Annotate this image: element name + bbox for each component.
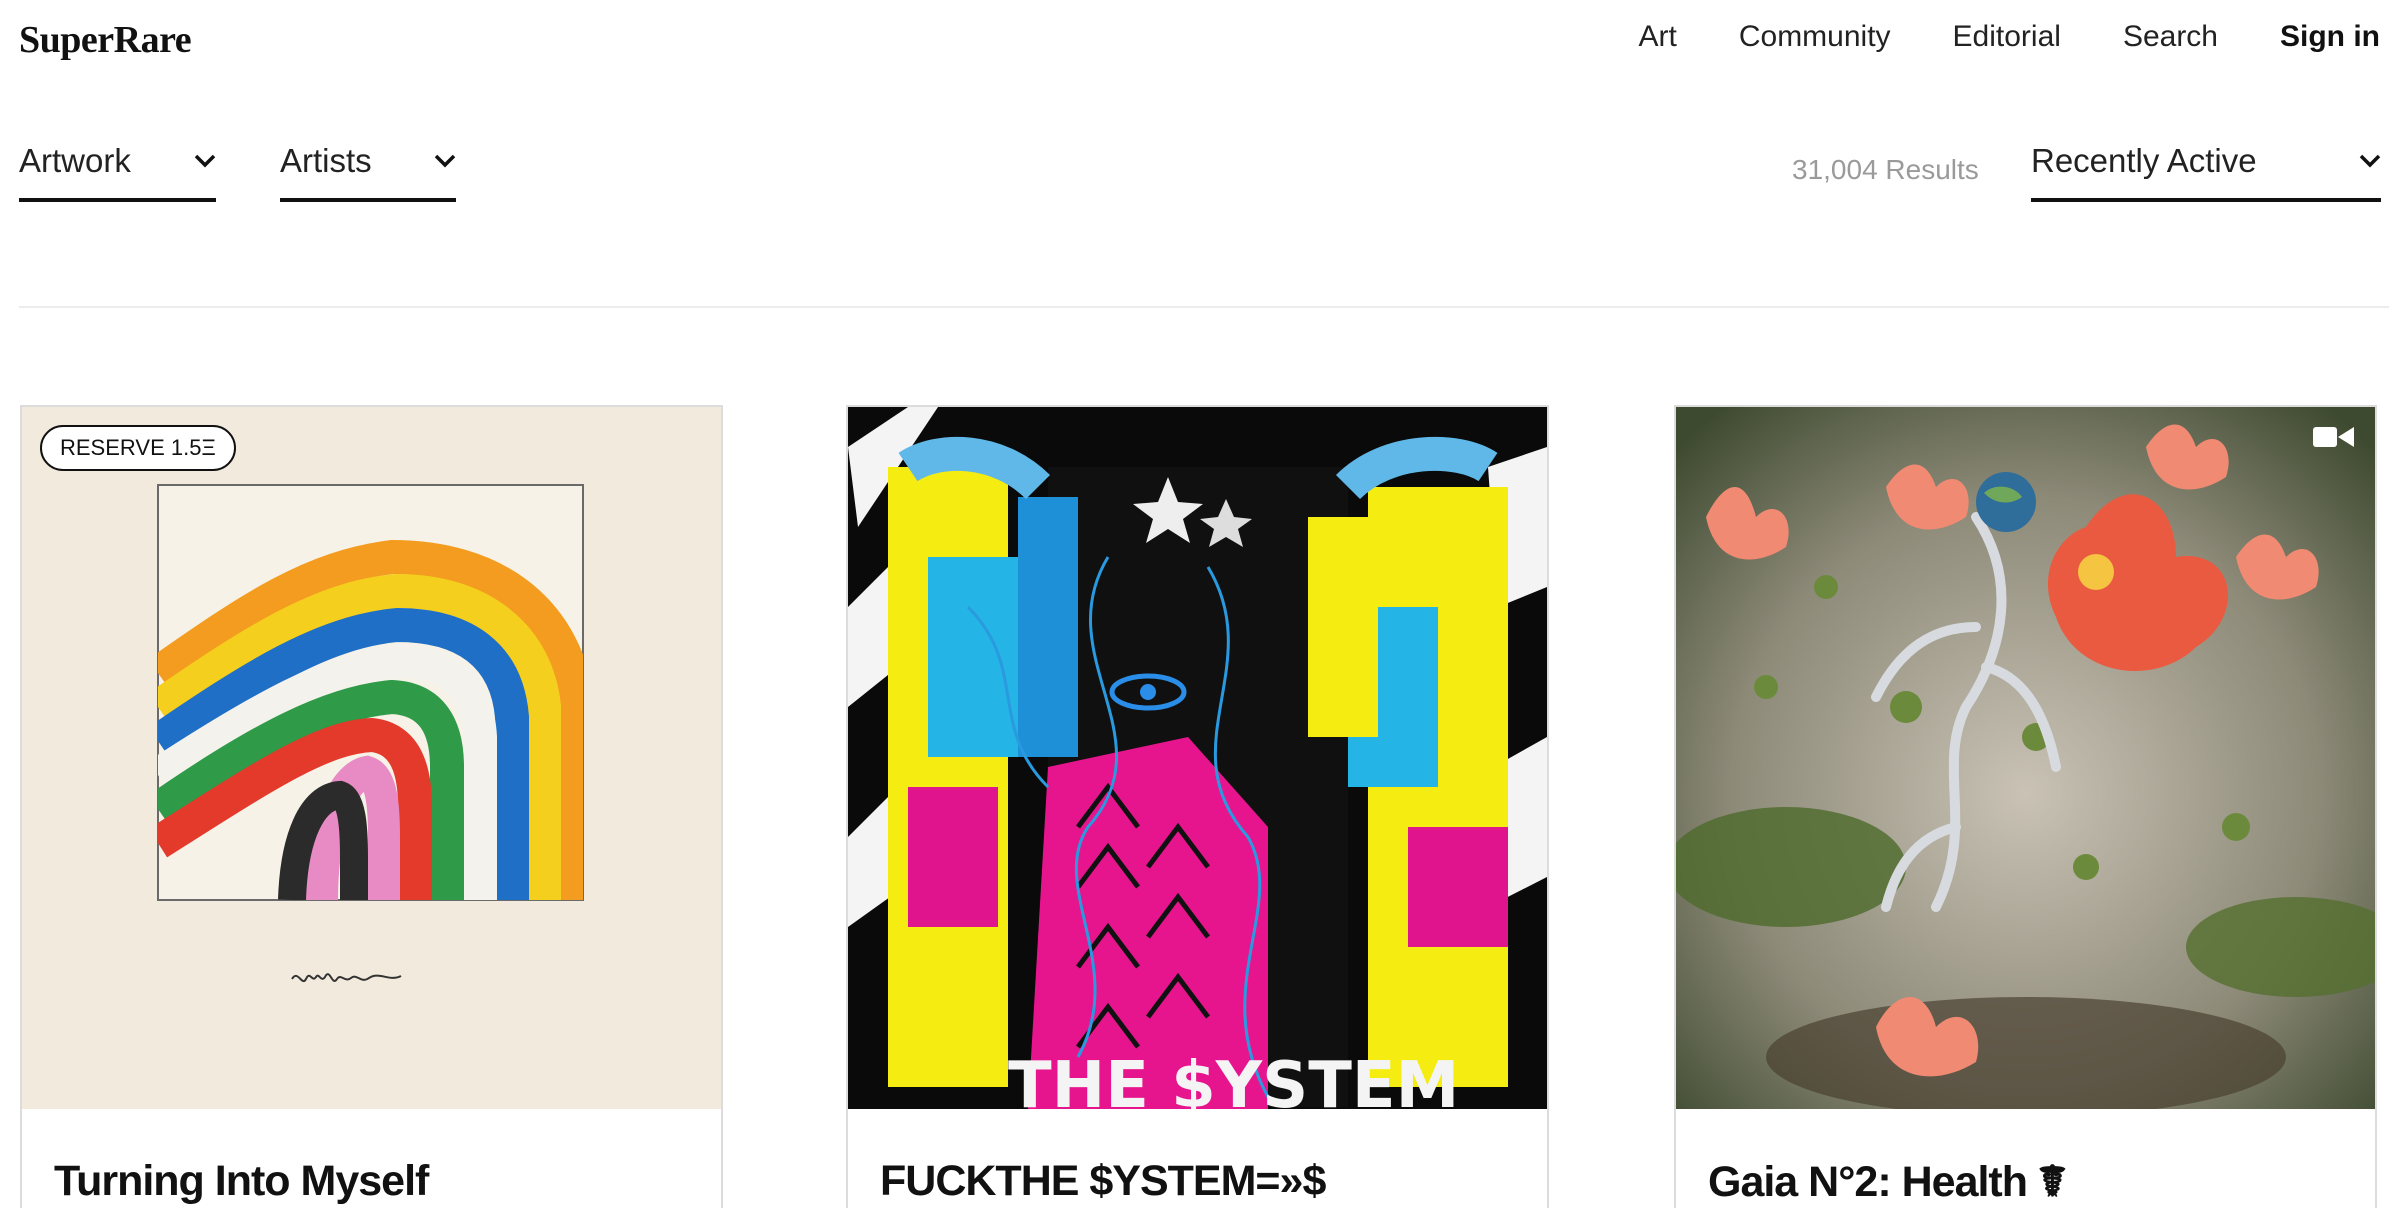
nav-search[interactable]: Search (2123, 20, 2218, 54)
top-nav: Art Community Editorial Search Sign in (1639, 20, 2381, 54)
chevron-down-icon (2359, 154, 2381, 168)
nav-art[interactable]: Art (1639, 20, 1677, 54)
artwork-overlay-text: THE $YSTEM (1008, 1049, 1459, 1109)
artwork-filter-label: Artwork (19, 142, 131, 179)
sort-label: Recently Active (2031, 142, 2257, 179)
artwork-card[interactable]: THE $YSTEM FUCKTHE $YSTEM=»$ (846, 405, 1549, 1208)
artwork-card[interactable]: Gaia N°2: Health ☤ (1674, 405, 2377, 1208)
results-count: 31,004 Results (1792, 154, 1979, 185)
artwork-image[interactable] (22, 407, 721, 1109)
artwork-filter-dropdown[interactable]: Artwork (19, 142, 216, 202)
artists-filter-dropdown[interactable]: Artists (280, 142, 456, 202)
divider (19, 306, 2389, 308)
chevron-down-icon (194, 154, 216, 168)
artwork-image[interactable]: THE $YSTEM (848, 407, 1547, 1109)
nav-editorial[interactable]: Editorial (1953, 20, 2061, 54)
artwork-card[interactable]: RESERVE 1.5Ξ Turning Into Myself (20, 405, 723, 1208)
reserve-badge: RESERVE 1.5Ξ (40, 425, 236, 471)
artists-filter-label: Artists (280, 142, 372, 179)
superrare-logo[interactable]: SuperRare (19, 18, 192, 62)
artwork-image[interactable] (1676, 407, 2375, 1109)
nav-community[interactable]: Community (1739, 20, 1891, 54)
artwork-title[interactable]: Gaia N°2: Health ☤ (1708, 1157, 2067, 1207)
artwork-title[interactable]: Turning Into Myself (54, 1157, 429, 1206)
sign-in-link[interactable]: Sign in (2280, 20, 2380, 54)
sort-dropdown[interactable]: Recently Active (2031, 142, 2381, 202)
chevron-down-icon (434, 154, 456, 168)
artwork-title[interactable]: FUCKTHE $YSTEM=»$ (880, 1157, 1326, 1206)
